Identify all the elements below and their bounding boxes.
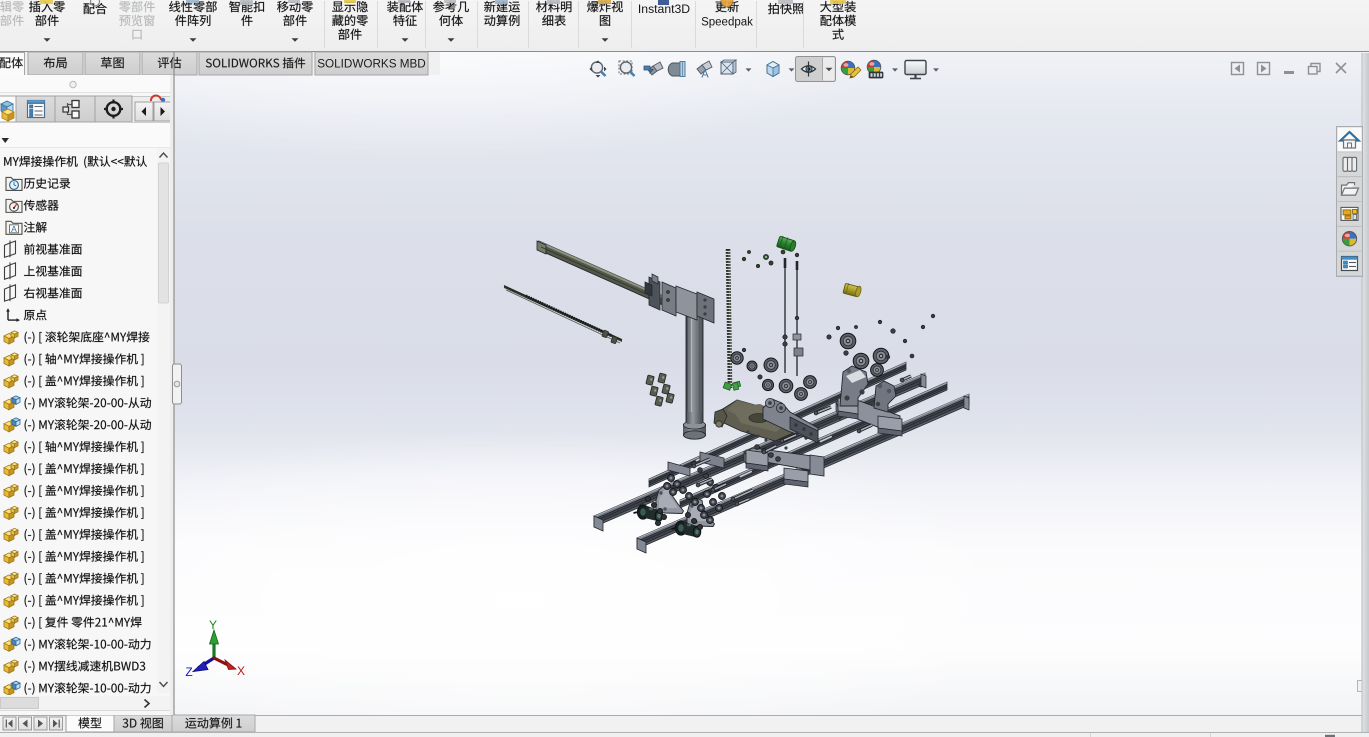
svg-text:Z: Z: [185, 665, 192, 679]
svg-text:Speedpak: Speedpak: [701, 17, 753, 29]
svg-text:Y: Y: [209, 618, 217, 632]
svg-text:X: X: [237, 664, 245, 678]
svg-text:A: A: [11, 224, 17, 234]
svg-text:SOLIDWORKS MBD: SOLIDWORKS MBD: [317, 57, 425, 70]
svg-text:A: A: [701, 69, 709, 81]
